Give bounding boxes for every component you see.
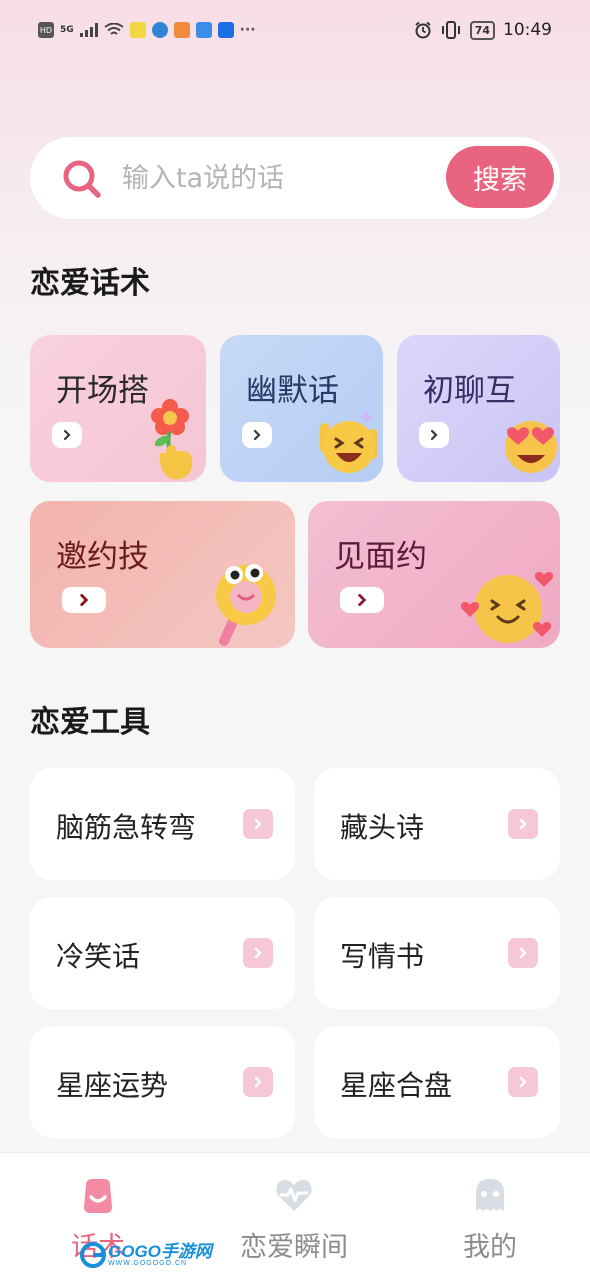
clock: 10:49 <box>503 20 552 40</box>
technique-label: 初聊互 <box>423 373 516 409</box>
tool-label: 冷笑话 <box>56 940 141 973</box>
search-button[interactable]: 搜索 <box>446 146 554 208</box>
tool-label: 星座合盘 <box>340 1069 453 1102</box>
technique-label: 开场搭 <box>56 373 149 409</box>
watermark-text: GOGO手游网 <box>108 1242 212 1261</box>
wifi-icon <box>104 23 124 35</box>
section-title-techniques: 恋爱话术 <box>30 266 150 301</box>
app-notification-icon <box>151 22 168 38</box>
app-notification-icon <box>217 22 234 38</box>
tool-card-brain-teaser[interactable]: 脑筋急转弯 <box>30 768 295 880</box>
watermark-url: WWW.GOGOGO.CN <box>108 1260 188 1267</box>
chevron-right-icon <box>508 938 538 968</box>
status-right: 74 10:49 <box>414 20 552 40</box>
chevron-right-icon <box>243 1067 273 1097</box>
search-input[interactable] <box>122 157 452 199</box>
flower-hand-emoji-icon <box>151 399 193 480</box>
technique-card-meetup[interactable]: 见面约 <box>308 501 560 648</box>
chevron-right-icon <box>243 809 273 839</box>
tool-card-zodiac-match[interactable]: 星座合盘 <box>314 1026 560 1138</box>
gogo-logo-icon <box>80 1242 106 1268</box>
tool-label: 脑筋急转弯 <box>56 811 197 844</box>
section-title-tools: 恋爱工具 <box>30 705 150 740</box>
chevron-right-icon <box>52 422 82 448</box>
chevron-right-icon <box>242 422 272 448</box>
chevron-right-icon <box>508 1067 538 1097</box>
chevron-right-icon <box>508 809 538 839</box>
app-notification-icon <box>173 22 190 38</box>
app-notification-icon <box>195 22 212 38</box>
more-notifications-icon: ··· <box>239 22 256 38</box>
smiling-hearts-emoji-icon <box>460 572 554 643</box>
nav-label: 我的 <box>463 1232 517 1263</box>
status-left: HD 5G ··· <box>38 22 256 38</box>
technique-label: 邀约技 <box>56 539 149 575</box>
chevron-right-icon <box>243 938 273 968</box>
search-bar: 搜索 <box>30 137 560 219</box>
tool-card-horoscope[interactable]: 星座运势 <box>30 1026 295 1138</box>
tool-card-acrostic-poem[interactable]: 藏头诗 <box>314 768 560 880</box>
technique-card-invitation[interactable]: 邀约技 <box>30 501 295 648</box>
tool-card-love-letter[interactable]: 写情书 <box>314 897 560 1009</box>
watermark-logo: GOGO手游网 WWW.GOGOGO.CN <box>80 1240 212 1270</box>
technique-card-first-chat[interactable]: 初聊互 <box>397 335 560 482</box>
nav-tab-mine[interactable]: 我的 <box>392 1175 588 1264</box>
tool-label: 星座运势 <box>56 1069 169 1102</box>
alarm-icon <box>415 21 431 39</box>
hd-indicator: HD <box>38 22 54 38</box>
technique-card-humor[interactable]: 幽默话 <box>220 335 383 482</box>
chevron-right-icon <box>62 587 106 613</box>
mirror-character-icon <box>216 564 276 646</box>
battery-indicator: 74 <box>469 20 495 40</box>
chevron-right-icon <box>340 587 384 613</box>
nav-label: 恋爱瞬间 <box>240 1232 348 1263</box>
tool-card-cold-jokes[interactable]: 冷笑话 <box>30 897 295 1009</box>
laughing-emoji-icon <box>320 409 378 473</box>
status-bar: HD 5G ··· 74 10:49 <box>0 0 590 64</box>
tool-label: 藏头诗 <box>340 811 425 844</box>
vibrate-icon <box>441 21 460 39</box>
chevron-right-icon <box>419 422 449 448</box>
smile-bag-icon <box>84 1179 112 1213</box>
technique-label: 见面约 <box>334 539 427 575</box>
heart-pulse-icon <box>276 1179 312 1211</box>
network-5g-indicator: 5G <box>60 25 74 35</box>
app-notification-icon <box>129 22 146 38</box>
signal-icon <box>79 23 98 37</box>
nav-tab-love-moments[interactable]: 恋爱瞬间 <box>196 1175 392 1264</box>
tool-label: 写情书 <box>340 940 425 973</box>
technique-card-opening[interactable]: 开场搭 <box>30 335 206 482</box>
search-icon <box>63 160 101 198</box>
heart-eyes-emoji-icon <box>505 421 557 473</box>
ghost-avatar-icon <box>476 1179 504 1211</box>
